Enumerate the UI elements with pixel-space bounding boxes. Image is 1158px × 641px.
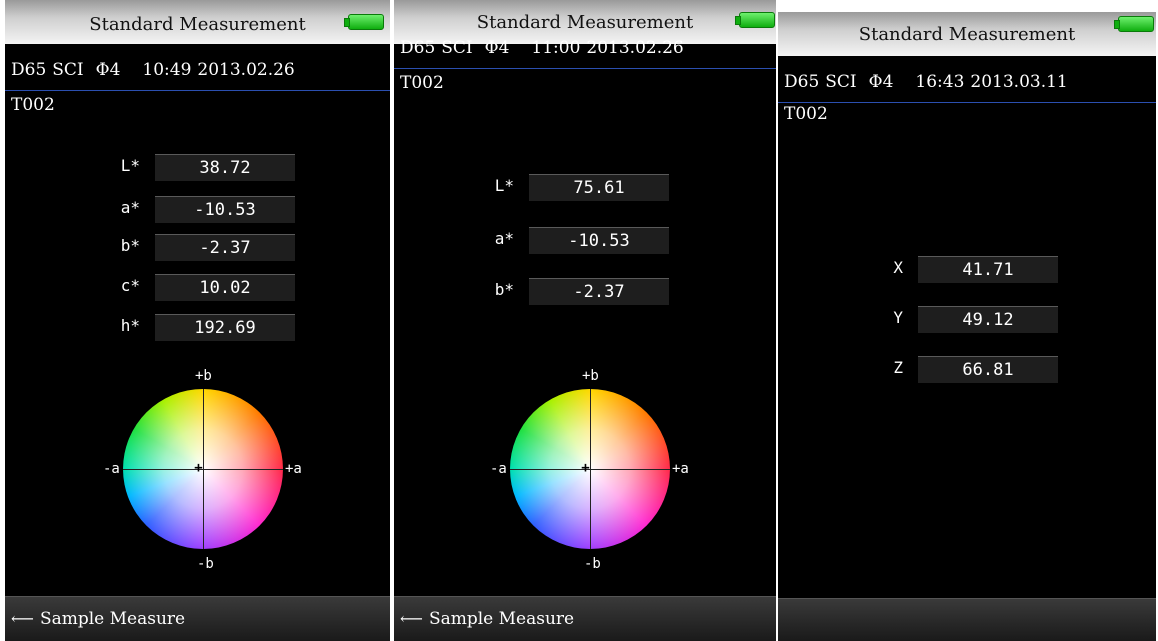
value-label: Z	[893, 358, 903, 377]
axis-label-right: +a	[285, 461, 302, 477]
value-label: Y	[893, 308, 903, 327]
axis-label-left: -a	[103, 461, 120, 477]
axis-label-top: +b	[582, 368, 599, 384]
value-field: 192.69	[155, 314, 295, 341]
battery-icon	[1114, 16, 1154, 32]
date: 2013.02.26	[197, 60, 295, 80]
measurement-info: D65 SCI Φ4 10:49 2013.02.26	[5, 60, 390, 91]
header-bar: Standard Measurement	[778, 12, 1156, 56]
date: 2013.02.26	[586, 38, 684, 58]
aperture: Φ4	[95, 60, 121, 80]
sample-measure-button[interactable]: ⟵ Sample Measure	[400, 609, 574, 629]
footer-label: Sample Measure	[428, 609, 575, 629]
axis-label-bottom: -b	[584, 556, 601, 572]
screen-title: Standard Measurement	[476, 12, 694, 33]
value-field: 66.81	[918, 356, 1058, 383]
device-screen-3: Standard Measurement D65 SCI Φ4 16:43 2013.0…	[778, 12, 1156, 641]
footer-bar	[778, 598, 1156, 641]
value-label: a*	[120, 198, 140, 217]
value-field: -10.53	[529, 227, 669, 254]
value-field: 38.72	[155, 154, 295, 181]
value-label: L*	[120, 156, 140, 175]
illuminant: D65	[11, 60, 47, 80]
b-axis-line	[590, 389, 591, 549]
value-field: 10.02	[155, 274, 295, 301]
value-label: b*	[494, 280, 514, 299]
value-field: 49.12	[918, 306, 1058, 333]
aperture: Φ4	[484, 38, 510, 58]
value-field: -2.37	[155, 234, 295, 261]
measure-mode: SCI	[825, 72, 857, 92]
return-arrow-icon: ⟵	[400, 609, 423, 628]
return-arrow-icon: ⟵	[11, 609, 34, 628]
value-field: -2.37	[529, 278, 669, 305]
date: 2013.03.11	[970, 72, 1068, 92]
sample-point-icon: +	[194, 460, 203, 476]
value-field: 75.61	[529, 174, 669, 201]
axis-label-right: +a	[672, 461, 689, 477]
sample-point-icon: +	[581, 460, 590, 476]
time: 10:49	[142, 60, 192, 80]
footer-bar: ⟵ Sample Measure	[5, 596, 390, 641]
value-field: 41.71	[918, 256, 1058, 283]
illuminant: D65	[400, 38, 436, 58]
b-axis-line	[203, 389, 204, 549]
device-screen-1: Standard Measurement D65 SCI Φ4 10:49 2013.0…	[5, 0, 390, 641]
illuminant: D65	[784, 72, 820, 92]
aperture: Φ4	[868, 72, 894, 92]
value-field: -10.53	[155, 196, 295, 223]
sample-code: T002	[11, 95, 55, 115]
axis-label-bottom: -b	[197, 556, 214, 572]
screen-title: Standard Measurement	[858, 24, 1076, 45]
device-screen-2: Standard Measurement D65 SCI Φ4 11:00 2013.0…	[394, 0, 776, 641]
sample-code: T002	[784, 104, 828, 124]
sample-code: T002	[400, 73, 444, 93]
header-bar: Standard Measurement	[5, 0, 390, 44]
battery-icon	[344, 14, 384, 30]
axis-label-top: +b	[195, 368, 212, 384]
value-label: h*	[120, 316, 140, 335]
measurement-info: D65 SCI Φ4 11:00 2013.02.26	[394, 38, 776, 69]
axis-label-left: -a	[490, 461, 507, 477]
measurement-info: D65 SCI Φ4 16:43 2013.03.11	[778, 72, 1156, 103]
measure-mode: SCI	[441, 38, 473, 58]
footer-label: Sample Measure	[39, 609, 186, 629]
screen-title: Standard Measurement	[89, 14, 306, 35]
value-label: X	[893, 258, 903, 277]
time: 11:00	[531, 38, 581, 58]
value-label: b*	[120, 236, 140, 255]
time: 16:43	[915, 72, 965, 92]
footer-bar: ⟵ Sample Measure	[394, 596, 776, 641]
value-label: a*	[494, 229, 514, 248]
value-label: L*	[494, 176, 514, 195]
battery-icon	[735, 12, 775, 28]
sample-measure-button[interactable]: ⟵ Sample Measure	[11, 609, 185, 629]
measure-mode: SCI	[52, 60, 84, 80]
value-label: c*	[120, 276, 140, 295]
